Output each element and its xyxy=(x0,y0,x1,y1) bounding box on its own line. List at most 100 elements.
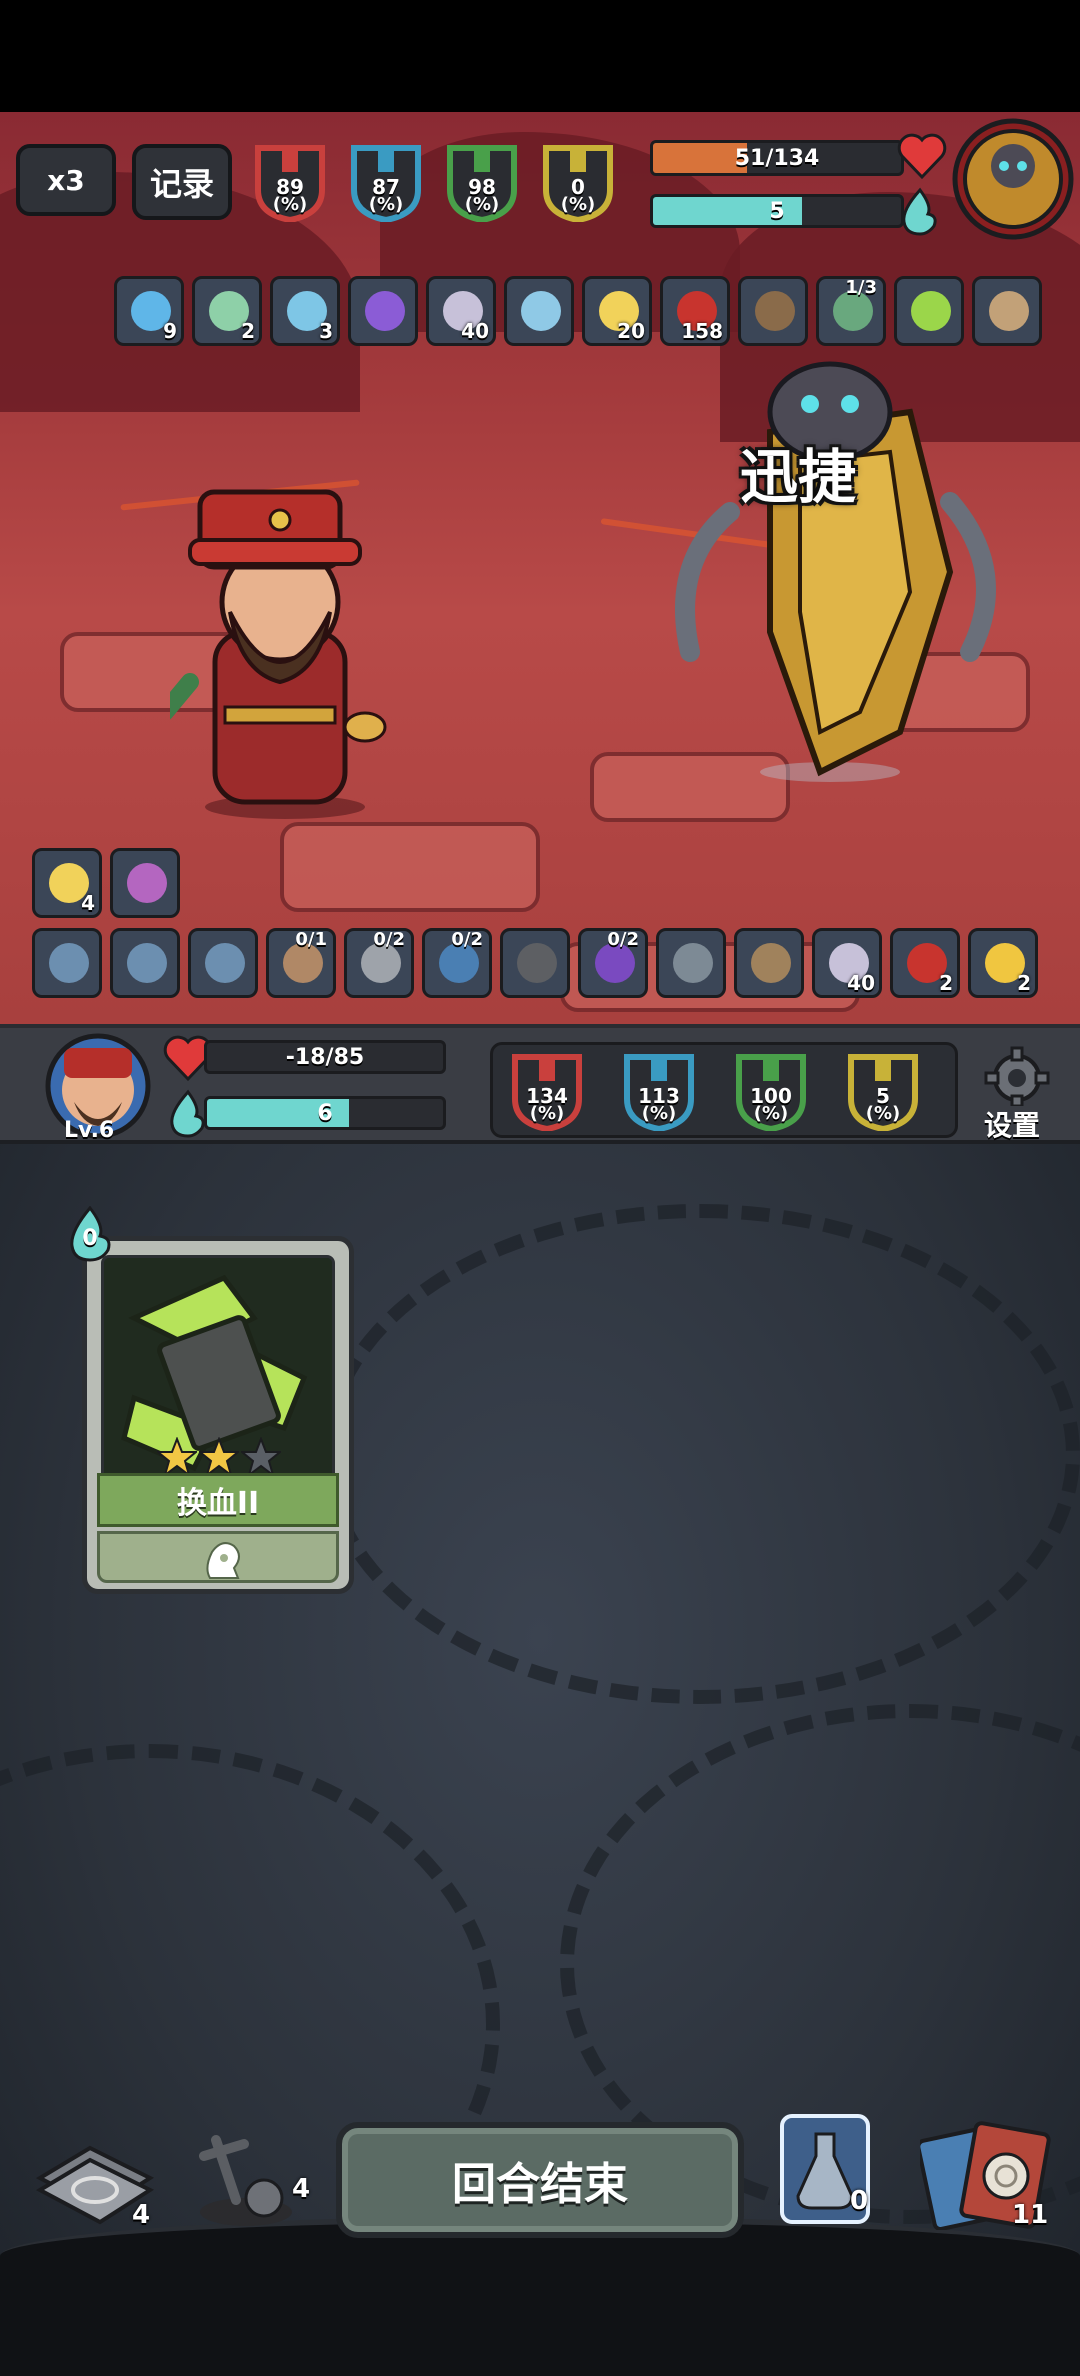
enemy-float-status: 迅捷 xyxy=(740,443,857,511)
buff-slot[interactable]: 40 xyxy=(426,276,496,346)
buff-slot[interactable]: 2 xyxy=(890,928,960,998)
stat-value: 113 (%) xyxy=(619,1086,699,1124)
star-empty-icon xyxy=(241,1437,281,1477)
buff-count: 2 xyxy=(939,971,953,995)
buff-slot[interactable]: 0/2 xyxy=(344,928,414,998)
buff-slot[interactable] xyxy=(188,928,258,998)
status-bar-area xyxy=(0,0,1080,112)
stat-unit: (%) xyxy=(464,194,500,215)
buff-count: 9 xyxy=(163,319,177,343)
stat-value: 100 (%) xyxy=(731,1086,811,1124)
buff-slot[interactable] xyxy=(348,276,418,346)
attack-down-stat-shield[interactable]: 134 (%) xyxy=(507,1049,587,1131)
player-status-panel: Lv.6 -18/85 6 134 (%) 113 (%) 100 (%) 5 (%) 设置 xyxy=(0,1024,1080,1144)
attack-down-stat-shield[interactable]: 89 (%) xyxy=(250,140,330,222)
stat-unit: (%) xyxy=(272,194,308,215)
defense-stat-shield[interactable]: 100 (%) xyxy=(731,1049,811,1131)
stat-unit: (%) xyxy=(753,1103,789,1124)
buff-slot[interactable]: 3 xyxy=(270,276,340,346)
buff-slot[interactable] xyxy=(738,276,808,346)
buff-count: 2 xyxy=(1017,971,1031,995)
crit-stat-shield[interactable]: 0 (%) xyxy=(538,140,618,222)
graveyard-count: 4 xyxy=(292,2174,311,2204)
stat-value: 5 (%) xyxy=(843,1086,923,1124)
buff-slot[interactable]: 158 xyxy=(660,276,730,346)
buff-slot[interactable] xyxy=(500,928,570,998)
buff-charge: 1/3 xyxy=(845,277,877,298)
defense-stat-shield[interactable]: 98 (%) xyxy=(442,140,522,222)
buff-count: 4 xyxy=(81,891,95,915)
stat-value: 0 (%) xyxy=(538,177,618,215)
hand-card[interactable]: 换血II xyxy=(82,1236,354,1594)
stat-value: 98 (%) xyxy=(442,177,522,215)
enemy-energy-text: 5 xyxy=(769,198,785,224)
buff-slot[interactable]: 4 xyxy=(32,848,102,918)
buff-slot[interactable]: 40 xyxy=(812,928,882,998)
ground-rock xyxy=(280,822,540,912)
buff-count: 40 xyxy=(461,319,489,343)
gear-icon[interactable] xyxy=(982,1046,1052,1106)
player-level: Lv.6 xyxy=(64,1118,115,1143)
draw-pile-count: 4 xyxy=(132,2200,151,2230)
player-character[interactable] xyxy=(170,462,400,822)
buff-charge: 0/2 xyxy=(373,929,405,950)
buff-slot[interactable] xyxy=(734,928,804,998)
end-turn-button[interactable]: 回合结束 xyxy=(336,2122,744,2238)
buff-slot[interactable]: 2 xyxy=(192,276,262,346)
enemy-portrait[interactable] xyxy=(950,116,1076,242)
soul-flame-icon xyxy=(902,187,937,236)
player-hp-text: -18/85 xyxy=(285,1044,365,1070)
buff-slot[interactable]: 0/1 xyxy=(266,928,336,998)
buff-count: 3 xyxy=(319,319,333,343)
buff-slot[interactable] xyxy=(110,928,180,998)
book-icon xyxy=(755,291,795,331)
buff-slot[interactable]: 1/3 xyxy=(816,276,886,346)
bottom-bar xyxy=(0,2216,1080,2376)
buff-count: 20 xyxy=(617,319,645,343)
player-stat-group: 134 (%) 113 (%) 100 (%) 5 (%) xyxy=(490,1042,958,1138)
question-stat-shield[interactable]: 87 (%) xyxy=(346,140,426,222)
card-cost: 0 xyxy=(82,1226,98,1251)
graveyard-icon[interactable] xyxy=(186,2120,296,2230)
player-hp-bar: -18/85 xyxy=(204,1040,446,1074)
stat-unit: (%) xyxy=(641,1103,677,1124)
background-path xyxy=(320,1204,1080,1704)
enemy-energy-bar: 5 xyxy=(650,194,904,228)
buff-slot[interactable]: 20 xyxy=(582,276,652,346)
gear-orb-icon xyxy=(673,943,713,983)
star-filled-icon xyxy=(199,1437,239,1477)
stat-unit: (%) xyxy=(865,1103,901,1124)
player-energy-bar: 6 xyxy=(204,1096,446,1130)
question-stat-shield[interactable]: 113 (%) xyxy=(619,1049,699,1131)
enemy-character[interactable] xyxy=(650,312,1010,792)
enemy-hp-bar: 51/134 xyxy=(650,140,904,176)
buff-slot[interactable] xyxy=(504,276,574,346)
buff-slot[interactable]: 0/2 xyxy=(578,928,648,998)
buff-slot[interactable]: 0/2 xyxy=(422,928,492,998)
buff-charge: 0/1 xyxy=(295,929,327,950)
gauntlet-icon xyxy=(751,943,791,983)
skill-type-icon xyxy=(206,1542,240,1579)
stat-unit: (%) xyxy=(560,194,596,215)
buff-slot[interactable]: 9 xyxy=(114,276,184,346)
card-name: 换血II xyxy=(97,1473,339,1527)
buff-count: 40 xyxy=(847,971,875,995)
stat-unit: (%) xyxy=(529,1103,565,1124)
buff-slot[interactable] xyxy=(110,848,180,918)
settings-button[interactable]: 设置 xyxy=(984,1104,1040,1144)
crit-stat-shield[interactable]: 5 (%) xyxy=(843,1049,923,1131)
buff-slot[interactable]: 2 xyxy=(968,928,1038,998)
speed-toggle-button[interactable]: x3 xyxy=(16,144,116,216)
heart-icon xyxy=(897,133,947,180)
paw-icon xyxy=(205,943,245,983)
buff-slot[interactable] xyxy=(656,928,726,998)
staff-icon xyxy=(127,943,167,983)
record-button[interactable]: 记录 xyxy=(132,144,232,220)
buff-slot[interactable] xyxy=(972,276,1042,346)
buff-slot[interactable] xyxy=(894,276,964,346)
star-filled-icon xyxy=(157,1437,197,1477)
buff-slot[interactable] xyxy=(32,928,102,998)
purple-gem-icon xyxy=(365,291,405,331)
orb-icon xyxy=(989,291,1029,331)
card-star-rating xyxy=(157,1437,287,1477)
